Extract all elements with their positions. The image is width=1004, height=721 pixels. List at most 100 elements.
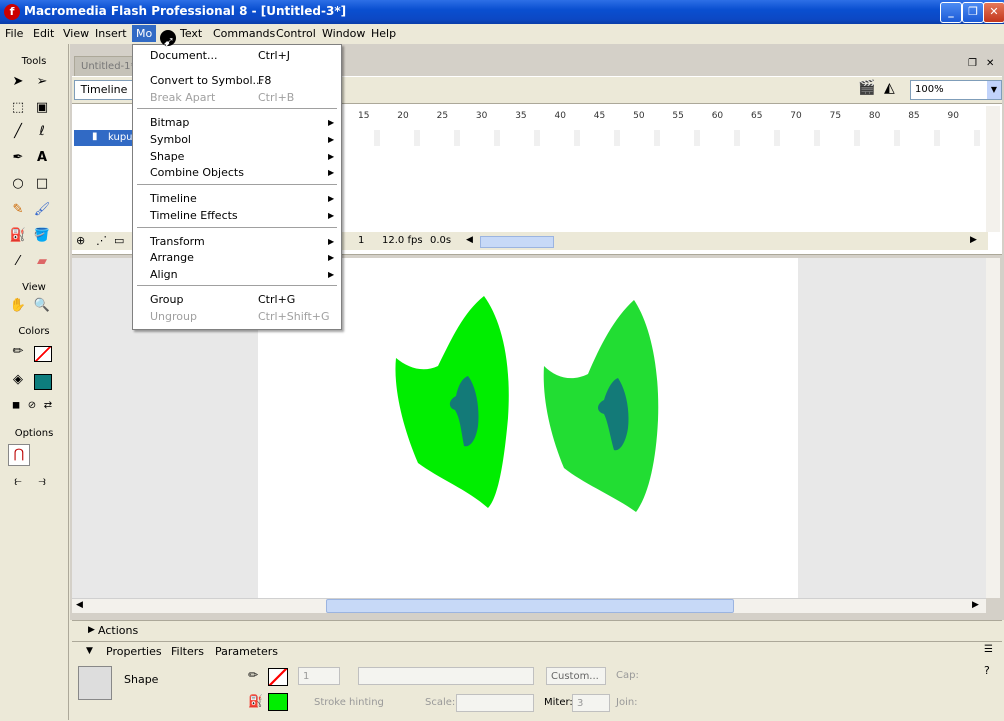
scroll-left-icon[interactable]: ◀: [76, 600, 83, 610]
flash-app-icon[interactable]: f: [4, 4, 20, 20]
edit-scene-icon[interactable]: 🎬: [858, 80, 875, 96]
shortcut-group: Ctrl+G: [258, 293, 296, 306]
pencil-tool-icon[interactable]: ✎: [8, 200, 28, 220]
tab-properties[interactable]: Properties: [106, 645, 162, 658]
ruler-tick-label: 80: [868, 111, 881, 121]
line-tool-icon[interactable]: ╱: [8, 122, 28, 142]
menu-item-convert-to-symbol[interactable]: Convert to Symbol...: [150, 74, 263, 87]
close-button[interactable]: ✕: [983, 2, 1004, 23]
fill-transform-icon[interactable]: ▣: [32, 98, 52, 118]
zoom-tool-icon[interactable]: 🔍: [32, 296, 52, 316]
custom-stroke-button[interactable]: Custom...: [546, 667, 606, 685]
free-transform-icon[interactable]: ⬚: [8, 98, 28, 118]
ruler-tick-label: 85: [908, 111, 920, 121]
menu-file[interactable]: File: [5, 27, 23, 40]
tab-parameters[interactable]: Parameters: [215, 645, 278, 658]
paint-bucket-icon[interactable]: 🪣: [32, 226, 52, 246]
restore-doc-icon[interactable]: ❐: [968, 58, 977, 69]
fill-color-icon[interactable]: ◈: [8, 370, 28, 390]
scroll-left-icon[interactable]: ◀: [466, 235, 473, 245]
timeline-ruler[interactable]: 15 20 25 30 35 40 45 50 55 60 65 70 75 80 85 90: [340, 108, 988, 126]
minimize-button[interactable]: _: [940, 2, 962, 23]
pen-tool-icon[interactable]: ✒: [8, 148, 28, 168]
menu-item-align[interactable]: Align: [150, 268, 178, 281]
timeline-hscroll-thumb[interactable]: [480, 236, 554, 248]
expand-arrow-icon[interactable]: ▶: [88, 625, 95, 635]
menu-view[interactable]: View: [63, 27, 89, 40]
panel-options-icon[interactable]: ☰: [984, 644, 993, 655]
text-tool-icon[interactable]: A: [32, 148, 52, 168]
collapse-arrow-icon[interactable]: ▼: [86, 646, 93, 656]
menu-item-group[interactable]: Group: [150, 293, 184, 306]
menu-help[interactable]: Help: [371, 27, 396, 40]
mouse-pointer-icon: ➹: [163, 34, 175, 50]
menu-text[interactable]: Text: [180, 27, 202, 40]
timeline-toggle-button[interactable]: Timeline: [74, 80, 134, 100]
menu-control[interactable]: Control: [276, 27, 316, 40]
fill-color-swatch-props[interactable]: [268, 693, 288, 711]
menu-item-bitmap[interactable]: Bitmap: [150, 116, 189, 129]
scale-select[interactable]: [456, 694, 534, 712]
menu-separator: [137, 285, 337, 286]
fill-color-swatch[interactable]: [34, 374, 52, 390]
menu-insert[interactable]: Insert: [95, 27, 127, 40]
menu-item-timeline-effects[interactable]: Timeline Effects: [150, 209, 238, 222]
snap-magnet-icon[interactable]: ⋂: [8, 444, 30, 466]
frames-row[interactable]: [340, 130, 988, 146]
straighten-icon[interactable]: ⥽: [32, 472, 52, 492]
shape-type-icon: [78, 666, 112, 700]
stroke-style-select[interactable]: [358, 667, 534, 685]
ruler-tick-label: 30: [475, 111, 488, 121]
stroke-color-swatch-props[interactable]: [268, 668, 288, 686]
menu-item-symbol[interactable]: Symbol: [150, 133, 191, 146]
close-doc-icon[interactable]: ✕: [986, 58, 994, 69]
swap-colors-icon[interactable]: ⇄: [38, 396, 58, 416]
rectangle-tool-icon[interactable]: □: [32, 174, 52, 194]
ink-bottle-icon[interactable]: ⛽: [8, 226, 28, 246]
menu-window[interactable]: Window: [322, 27, 365, 40]
menu-edit[interactable]: Edit: [33, 27, 54, 40]
eraser-icon[interactable]: ▰: [32, 252, 52, 272]
arrow-tool-icon[interactable]: ➤: [8, 72, 28, 92]
layer-row[interactable]: kupu: [74, 130, 138, 146]
stroke-color-swatch[interactable]: [34, 346, 52, 362]
add-guide-icon[interactable]: ⋰: [96, 234, 107, 247]
miter-field[interactable]: 3: [572, 694, 610, 712]
tab-filters[interactable]: Filters: [171, 645, 204, 658]
stroke-hinting-label[interactable]: Stroke hinting: [314, 697, 384, 708]
edit-symbol-icon[interactable]: ◭: [884, 80, 895, 96]
actions-panel-header[interactable]: ▶ Actions: [72, 620, 1002, 641]
maximize-button[interactable]: ❐: [962, 2, 984, 23]
stroke-color-icon[interactable]: ✏: [8, 342, 28, 362]
add-folder-icon[interactable]: ▭: [114, 234, 124, 247]
miter-label: Miter:: [544, 697, 573, 708]
oval-tool-icon[interactable]: ○: [8, 174, 28, 194]
scroll-right-icon[interactable]: ▶: [972, 600, 979, 610]
menu-modify[interactable]: Mo: [132, 25, 157, 42]
ruler-tick-label: 35: [515, 111, 527, 121]
submenu-arrow-icon: ▶: [328, 168, 335, 177]
brush-tool-icon[interactable]: 🖌: [32, 200, 52, 220]
hand-tool-icon[interactable]: ✋: [8, 296, 28, 316]
help-icon[interactable]: ?: [984, 664, 990, 677]
eyedropper-icon[interactable]: ⁄: [8, 252, 28, 272]
menu-item-arrange[interactable]: Arrange: [150, 251, 194, 264]
menu-item-document[interactable]: Document...: [150, 49, 217, 62]
add-layer-icon[interactable]: ⊕: [76, 234, 85, 247]
stroke-weight-field[interactable]: 1: [298, 667, 340, 685]
menu-item-transform[interactable]: Transform: [150, 235, 205, 248]
stage-hscroll-thumb[interactable]: [326, 599, 734, 613]
timeline-vscroll[interactable]: [986, 106, 1000, 232]
lasso-tool-icon[interactable]: ℓ: [32, 122, 52, 142]
chevron-down-icon[interactable]: ▼: [987, 81, 1001, 99]
menu-item-timeline[interactable]: Timeline: [150, 192, 197, 205]
zoom-select[interactable]: 100% ▼: [910, 80, 1002, 100]
subselect-tool-icon[interactable]: ➢: [32, 72, 52, 92]
smooth-icon[interactable]: ⥼: [8, 472, 28, 492]
stage-vscroll[interactable]: [986, 258, 1000, 598]
menu-item-shape[interactable]: Shape: [150, 150, 184, 163]
ruler-tick-label: 55: [672, 111, 684, 121]
menu-commands[interactable]: Commands: [213, 27, 275, 40]
menu-item-combine-objects[interactable]: Combine Objects: [150, 166, 244, 179]
scroll-right-icon[interactable]: ▶: [970, 235, 977, 245]
